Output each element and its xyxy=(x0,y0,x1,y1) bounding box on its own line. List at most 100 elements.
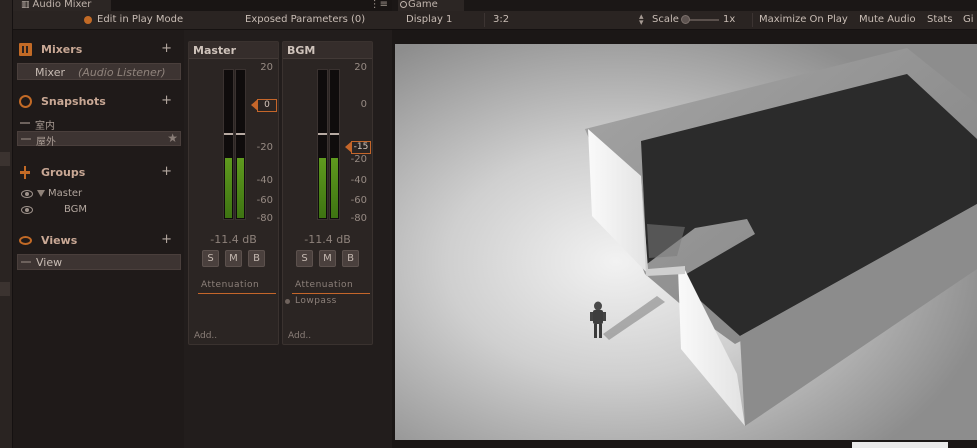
scale-label: -60 xyxy=(256,195,273,206)
mute-button[interactable]: M xyxy=(225,250,242,267)
stats-toggle[interactable]: Stats xyxy=(927,14,953,25)
add-snapshot-button[interactable]: + xyxy=(161,93,172,108)
group-label: BGM xyxy=(64,204,88,215)
edit-in-play-mode-toggle[interactable]: Edit in Play Mode xyxy=(97,14,183,25)
meter-peak xyxy=(236,133,245,135)
bypass-button[interactable]: B xyxy=(342,250,359,267)
effect-underline xyxy=(292,293,370,294)
mixer-toolbar: Edit in Play Mode Exposed Parameters (0) xyxy=(13,11,392,30)
meter-fill xyxy=(331,158,338,218)
level-meter-left xyxy=(317,69,328,220)
gizmos-dropdown[interactable]: Gi xyxy=(963,14,974,25)
tab-menu-icon[interactable]: ⋮≡ xyxy=(370,0,388,10)
meter-fill xyxy=(237,158,244,218)
fader-value: -15 xyxy=(351,141,371,154)
add-view-button[interactable]: + xyxy=(161,232,172,247)
scale-label: -60 xyxy=(350,195,367,206)
game-window: Game Display 1 3:2 ▴ ▾ Scale 1x Maximize … xyxy=(392,0,977,448)
snapshots-section-header: Snapshots + xyxy=(17,93,172,110)
group-fader-icon xyxy=(19,166,32,179)
volume-fader[interactable]: -15 xyxy=(345,141,371,154)
tab-game[interactable]: Game xyxy=(398,0,464,11)
mixer-list-item[interactable]: Mixer (Audio Listener) xyxy=(17,63,181,80)
mixer-name: Mixer xyxy=(35,66,66,79)
channel-strip-bgm: BGM 20 0 -20 -40 -60 -80 -15 -11.4 dB S … xyxy=(282,41,373,345)
strip-title[interactable]: BGM xyxy=(283,42,372,59)
viewport-bottom-bar xyxy=(852,442,948,448)
toolbar-separator xyxy=(752,13,753,27)
scale-label: 0 xyxy=(360,99,367,110)
view-label: View xyxy=(36,256,63,269)
eye-icon[interactable] xyxy=(21,190,33,198)
exposed-parameters-dropdown[interactable]: Exposed Parameters (0) xyxy=(245,14,365,25)
audio-mixer-window: ▥ Audio Mixer ⋮≡ Edit in Play Mode Expose… xyxy=(13,0,405,448)
snapshot-item[interactable]: 室内 xyxy=(17,116,181,132)
snapshot-icon xyxy=(19,95,32,108)
view-item[interactable]: View xyxy=(17,254,181,270)
views-section-header: Views + xyxy=(17,232,172,249)
mixers-section-header: Mixers + xyxy=(17,41,172,58)
add-group-button[interactable]: + xyxy=(161,164,172,179)
meter-fill xyxy=(225,158,232,218)
mute-audio-toggle[interactable]: Mute Audio xyxy=(859,14,916,25)
scale-label: -20 xyxy=(350,154,367,165)
solo-button[interactable]: S xyxy=(296,250,313,267)
add-effect-button[interactable]: Add.. xyxy=(194,331,217,341)
game-toolbar: Display 1 3:2 ▴ ▾ Scale 1x Maximize On Pl… xyxy=(392,11,977,30)
drag-handle-icon[interactable] xyxy=(20,122,30,124)
scale-label: 20 xyxy=(354,62,367,73)
dock-notch xyxy=(0,152,10,166)
scale-slider[interactable] xyxy=(681,15,719,24)
scale-label: -80 xyxy=(350,213,367,224)
add-mixer-button[interactable]: + xyxy=(161,41,172,56)
scale-slider-thumb[interactable] xyxy=(681,15,690,24)
group-item-bgm[interactable]: BGM xyxy=(17,203,181,218)
add-effect-button[interactable]: Add.. xyxy=(288,331,311,341)
fader-value: 0 xyxy=(257,99,277,112)
toolbar-separator xyxy=(484,13,485,27)
mute-button[interactable]: M xyxy=(319,250,336,267)
eye-icon[interactable] xyxy=(21,206,33,214)
left-dock-edge xyxy=(0,0,13,448)
play-mode-indicator-icon[interactable] xyxy=(84,16,92,24)
scale-label: -40 xyxy=(256,175,273,186)
maximize-on-play-toggle[interactable]: Maximize On Play xyxy=(759,14,848,25)
effect-attenuation[interactable]: Attenuation xyxy=(201,280,259,290)
game-controller-icon xyxy=(400,1,407,8)
groups-title: Groups xyxy=(41,166,86,179)
aspect-dropdown[interactable]: 3:2 xyxy=(493,14,509,25)
effect-lowpass[interactable]: Lowpass xyxy=(295,296,337,306)
game-scene xyxy=(395,44,977,440)
scale-label: -40 xyxy=(350,175,367,186)
level-meter-left xyxy=(223,69,234,220)
bypass-button[interactable]: B xyxy=(248,250,265,267)
start-snapshot-star-icon[interactable]: ★ xyxy=(167,131,178,145)
expand-triangle-icon[interactable] xyxy=(37,190,45,197)
meter-peak xyxy=(330,133,339,135)
volume-fader[interactable]: 0 xyxy=(251,99,277,112)
mixer-tab-icon: ▥ xyxy=(21,0,30,10)
tab-audio-mixer[interactable]: ▥ Audio Mixer xyxy=(13,0,111,11)
strip-title[interactable]: Master xyxy=(189,42,278,59)
effect-attenuation[interactable]: Attenuation xyxy=(295,280,353,290)
drag-handle-icon[interactable] xyxy=(21,138,31,140)
group-item-master[interactable]: Master xyxy=(17,187,181,202)
level-meter-right xyxy=(329,69,340,220)
effect-bypass-dot-icon[interactable] xyxy=(285,299,290,304)
drag-handle-icon[interactable] xyxy=(21,261,31,263)
mixer-tab-title: Audio Mixer xyxy=(32,0,92,10)
snapshot-label: 室内 xyxy=(35,121,55,132)
mixer-listener-label: (Audio Listener) xyxy=(78,66,166,79)
dropdown-arrows-icon: ▴ ▾ xyxy=(639,12,644,28)
meter-fill xyxy=(319,158,326,218)
meter-peak xyxy=(318,133,327,135)
db-readout: -11.4 dB xyxy=(304,233,351,246)
game-viewport[interactable] xyxy=(395,44,977,440)
display-dropdown[interactable]: Display 1 xyxy=(406,14,452,25)
scale-value: 1x xyxy=(723,14,736,25)
eye-icon xyxy=(19,236,32,245)
solo-button[interactable]: S xyxy=(202,250,219,267)
snapshots-title: Snapshots xyxy=(41,95,106,108)
snapshot-item-active[interactable]: 屋外 ★ xyxy=(17,131,181,148)
scale-label: 20 xyxy=(260,62,273,73)
